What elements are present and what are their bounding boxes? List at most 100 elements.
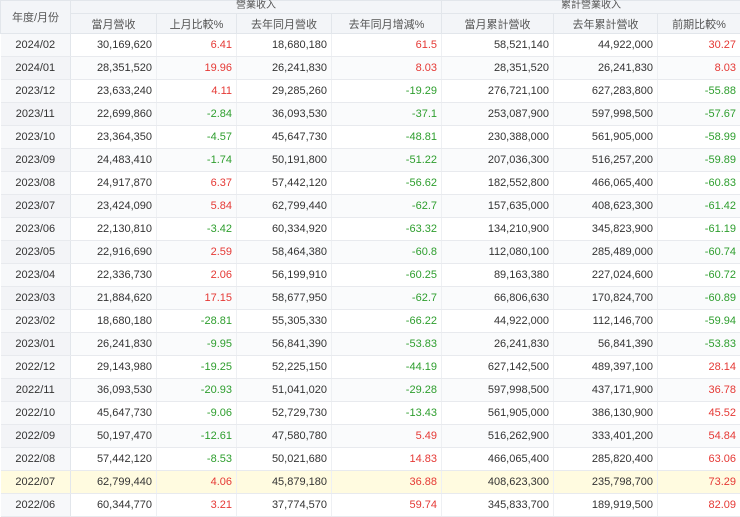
yoy-change-cell: 8.03 bbox=[332, 57, 442, 80]
col-header-monthly-revenue[interactable]: 當月營收 bbox=[71, 14, 157, 34]
last-year-revenue-cell: 51,041,020 bbox=[237, 379, 332, 402]
period-change-cell: -61.19 bbox=[658, 218, 740, 241]
mom-change-cell: -1.74 bbox=[157, 149, 237, 172]
last-year-cumulative-cell: 26,241,830 bbox=[554, 57, 658, 80]
last-year-cumulative-cell: 345,823,900 bbox=[554, 218, 658, 241]
monthly-revenue-cell: 18,680,180 bbox=[71, 310, 157, 333]
last-year-revenue-cell: 62,799,440 bbox=[237, 195, 332, 218]
mom-change-cell: 6.37 bbox=[157, 172, 237, 195]
cumulative-revenue-cell: 408,623,300 bbox=[442, 471, 554, 494]
month-cell: 2023/04 bbox=[1, 264, 71, 287]
period-change-cell: 54.84 bbox=[658, 425, 740, 448]
cumulative-revenue-cell: 597,998,500 bbox=[442, 379, 554, 402]
monthly-revenue-cell: 28,351,520 bbox=[71, 57, 157, 80]
cumulative-revenue-cell: 345,833,700 bbox=[442, 494, 554, 517]
table-row[interactable]: 2023/0622,130,810-3.4260,334,920-63.3213… bbox=[1, 218, 740, 241]
period-change-cell: 63.06 bbox=[658, 448, 740, 471]
table-row[interactable]: 2024/0128,351,52019.9626,241,8308.0328,3… bbox=[1, 57, 740, 80]
table-row[interactable]: 2023/0321,884,62017.1558,677,950-62.766,… bbox=[1, 287, 740, 310]
col-header-period-change[interactable]: 前期比較% bbox=[658, 14, 740, 34]
last-year-revenue-cell: 47,580,780 bbox=[237, 425, 332, 448]
revenue-group-header: 營業收入 bbox=[71, 1, 442, 14]
last-year-revenue-cell: 45,879,180 bbox=[237, 471, 332, 494]
monthly-revenue-cell: 22,130,810 bbox=[71, 218, 157, 241]
mom-change-cell: 6.41 bbox=[157, 34, 237, 57]
date-column-header[interactable]: 年度/月份 bbox=[1, 1, 71, 34]
month-cell: 2022/07 bbox=[1, 471, 71, 494]
table-row[interactable]: 2023/1122,699,860-2.8436,093,530-37.1253… bbox=[1, 103, 740, 126]
period-change-cell: -59.94 bbox=[658, 310, 740, 333]
table-row[interactable]: 2023/0126,241,830-9.9556,841,390-53.8326… bbox=[1, 333, 740, 356]
table-row[interactable]: 2022/1136,093,530-20.9351,041,020-29.285… bbox=[1, 379, 740, 402]
monthly-revenue-cell: 57,442,120 bbox=[71, 448, 157, 471]
table-row[interactable]: 2022/0857,442,120-8.5350,021,68014.83466… bbox=[1, 448, 740, 471]
monthly-revenue-cell: 36,093,530 bbox=[71, 379, 157, 402]
last-year-cumulative-cell: 112,146,700 bbox=[554, 310, 658, 333]
last-year-revenue-cell: 60,334,920 bbox=[237, 218, 332, 241]
col-header-yoy-change[interactable]: 去年同月增減% bbox=[332, 14, 442, 34]
last-year-revenue-cell: 50,021,680 bbox=[237, 448, 332, 471]
yoy-change-cell: -60.25 bbox=[332, 264, 442, 287]
monthly-revenue-cell: 29,143,980 bbox=[71, 356, 157, 379]
table-row[interactable]: 2022/1229,143,980-19.2552,225,150-44.196… bbox=[1, 356, 740, 379]
monthly-revenue-cell: 23,364,350 bbox=[71, 126, 157, 149]
monthly-revenue-cell: 24,483,410 bbox=[71, 149, 157, 172]
table-row[interactable]: 2023/1023,364,350-4.5745,647,730-48.8123… bbox=[1, 126, 740, 149]
table-row[interactable]: 2022/1045,647,730-9.0652,729,730-13.4356… bbox=[1, 402, 740, 425]
yoy-change-cell: -13.43 bbox=[332, 402, 442, 425]
last-year-revenue-cell: 57,442,120 bbox=[237, 172, 332, 195]
period-change-cell: -61.42 bbox=[658, 195, 740, 218]
last-year-revenue-cell: 29,285,260 bbox=[237, 80, 332, 103]
period-change-cell: 73.29 bbox=[658, 471, 740, 494]
month-cell: 2022/08 bbox=[1, 448, 71, 471]
table-row[interactable]: 2023/0218,680,180-28.8155,305,330-66.224… bbox=[1, 310, 740, 333]
monthly-revenue-cell: 45,647,730 bbox=[71, 402, 157, 425]
cumulative-group-header: 累計營業收入 bbox=[442, 1, 740, 14]
table-row[interactable]: 2023/0924,483,410-1.7450,191,800-51.2220… bbox=[1, 149, 740, 172]
period-change-cell: -60.74 bbox=[658, 241, 740, 264]
table-row[interactable]: 2022/0762,799,4404.0645,879,18036.88408,… bbox=[1, 471, 740, 494]
last-year-cumulative-cell: 56,841,390 bbox=[554, 333, 658, 356]
last-year-revenue-cell: 52,729,730 bbox=[237, 402, 332, 425]
table-row[interactable]: 2023/0824,917,8706.3757,442,120-56.62182… bbox=[1, 172, 740, 195]
cumulative-revenue-cell: 627,142,500 bbox=[442, 356, 554, 379]
cumulative-revenue-cell: 230,388,000 bbox=[442, 126, 554, 149]
month-cell: 2022/11 bbox=[1, 379, 71, 402]
cumulative-revenue-cell: 516,262,900 bbox=[442, 425, 554, 448]
yoy-change-cell: -37.1 bbox=[332, 103, 442, 126]
yoy-change-cell: -44.19 bbox=[332, 356, 442, 379]
col-header-last-year-cumulative[interactable]: 去年累計營收 bbox=[554, 14, 658, 34]
month-cell: 2023/05 bbox=[1, 241, 71, 264]
table-row[interactable]: 2022/0950,197,470-12.6147,580,7805.49516… bbox=[1, 425, 740, 448]
table-body: 2024/0230,169,6206.4118,680,18061.558,52… bbox=[1, 34, 740, 517]
last-year-cumulative-cell: 627,283,800 bbox=[554, 80, 658, 103]
table-row[interactable]: 2022/0660,344,7703.2137,774,57059.74345,… bbox=[1, 494, 740, 517]
mom-change-cell: -4.57 bbox=[157, 126, 237, 149]
mom-change-cell: 3.21 bbox=[157, 494, 237, 517]
month-cell: 2022/10 bbox=[1, 402, 71, 425]
table-row[interactable]: 2023/1223,633,2404.1129,285,260-19.29276… bbox=[1, 80, 740, 103]
cumulative-revenue-cell: 207,036,300 bbox=[442, 149, 554, 172]
last-year-cumulative-cell: 235,798,700 bbox=[554, 471, 658, 494]
col-header-last-year-revenue[interactable]: 去年同月營收 bbox=[237, 14, 332, 34]
month-cell: 2022/12 bbox=[1, 356, 71, 379]
mom-change-cell: -8.53 bbox=[157, 448, 237, 471]
table-row[interactable]: 2023/0522,916,6902.5958,464,380-60.8112,… bbox=[1, 241, 740, 264]
table-row[interactable]: 2024/0230,169,6206.4118,680,18061.558,52… bbox=[1, 34, 740, 57]
col-header-mom-change[interactable]: 上月比較% bbox=[157, 14, 237, 34]
month-cell: 2022/06 bbox=[1, 494, 71, 517]
cumulative-revenue-cell: 44,922,000 bbox=[442, 310, 554, 333]
mom-change-cell: 2.06 bbox=[157, 264, 237, 287]
table-row[interactable]: 2023/0723,424,0905.8462,799,440-62.7157,… bbox=[1, 195, 740, 218]
cumulative-revenue-cell: 89,163,380 bbox=[442, 264, 554, 287]
mom-change-cell: -19.25 bbox=[157, 356, 237, 379]
table-row[interactable]: 2023/0422,336,7302.0656,199,910-60.2589,… bbox=[1, 264, 740, 287]
col-header-cumulative-revenue[interactable]: 當月累計營收 bbox=[442, 14, 554, 34]
yoy-change-cell: 36.88 bbox=[332, 471, 442, 494]
month-cell: 2023/02 bbox=[1, 310, 71, 333]
last-year-revenue-cell: 45,647,730 bbox=[237, 126, 332, 149]
last-year-cumulative-cell: 561,905,000 bbox=[554, 126, 658, 149]
last-year-revenue-cell: 26,241,830 bbox=[237, 57, 332, 80]
period-change-cell: -55.88 bbox=[658, 80, 740, 103]
last-year-revenue-cell: 37,774,570 bbox=[237, 494, 332, 517]
